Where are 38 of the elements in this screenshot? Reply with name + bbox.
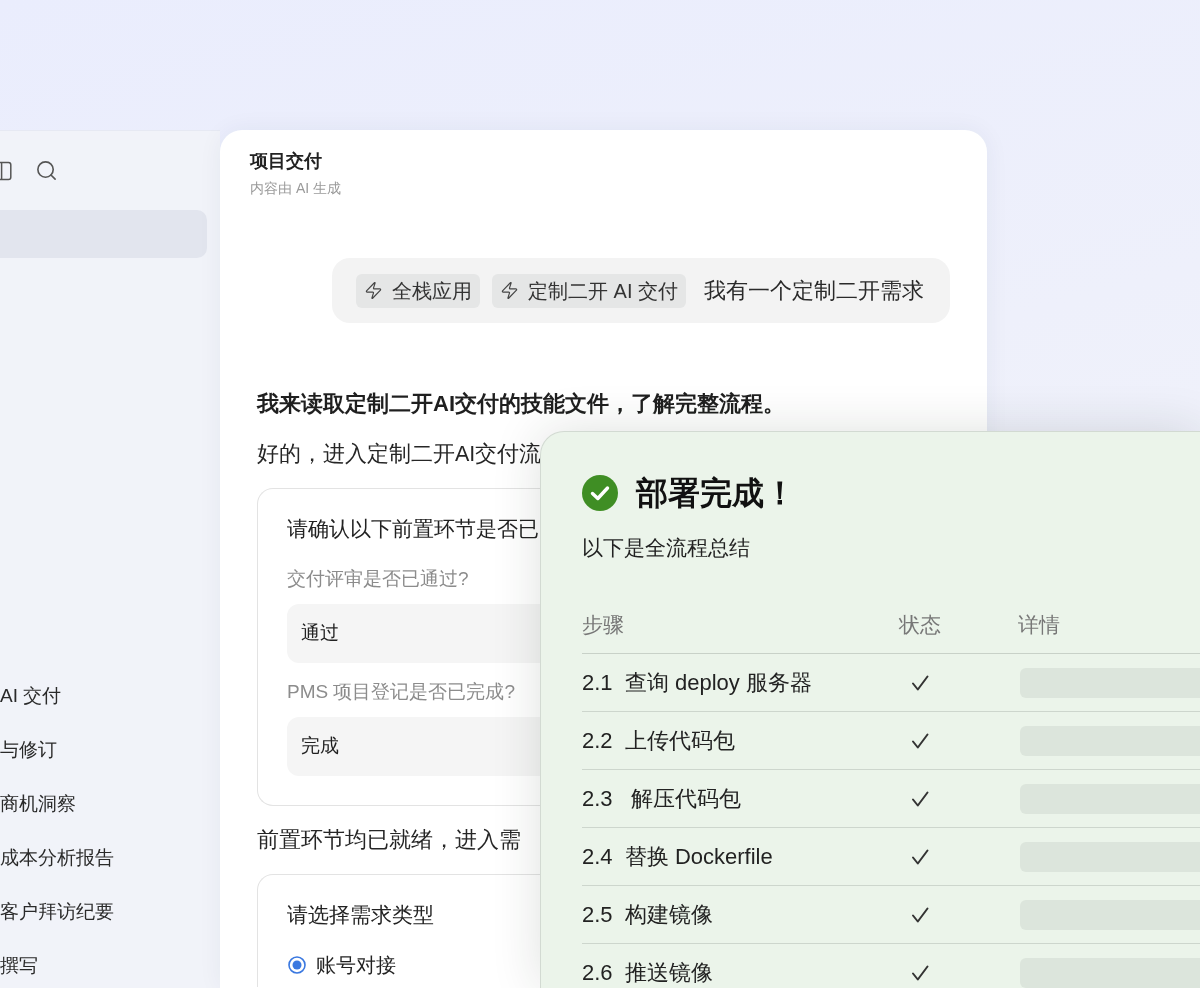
step-name: 2.6 推送镜像 — [582, 960, 713, 985]
sidebar-item[interactable]: 撰写 — [0, 952, 207, 980]
sidebar-item[interactable]: AI 交付 — [0, 682, 207, 710]
ai-generated-note: 内容由 AI 生成 — [250, 179, 341, 198]
skill-tag-label: 定制二开 AI 交付 — [528, 278, 678, 304]
summary-subtitle: 以下是全流程总结 — [582, 535, 750, 561]
sidebar-item[interactable]: 客户拜访纪要 — [0, 898, 207, 926]
sidebar-item[interactable]: 与修订 — [0, 736, 207, 764]
chat-title: 项目交付 — [250, 150, 322, 173]
question-label: 交付评审是否已通过? — [287, 567, 469, 591]
summary-title: 部署完成！ — [636, 475, 796, 511]
sidebar-item[interactable]: 成本分析报告 — [0, 844, 207, 872]
column-header: 步骤 — [582, 613, 624, 636]
answer-field[interactable]: 完成 — [287, 717, 540, 776]
step-name: 2.3 解压代码包 — [582, 786, 741, 811]
success-check-icon — [582, 475, 618, 511]
radio-button[interactable] — [288, 956, 306, 974]
step-name: 2.2 上传代码包 — [582, 728, 735, 753]
user-message-text: 我有一个定制二开需求 — [704, 276, 924, 305]
question-label: PMS 项目登记是否已完成? — [287, 680, 516, 704]
message-text: 好的，进入定制二开AI交付流 — [257, 441, 542, 468]
card-title: 请确认以下前置环节是否已 — [287, 516, 539, 542]
answer-field[interactable]: 通过 — [287, 604, 540, 663]
step-name: 2.1 查询 deploy 服务器 — [582, 670, 812, 695]
step-name: 2.5 构建镜像 — [582, 902, 713, 927]
card-title: 请选择需求类型 — [287, 902, 434, 928]
message-text: 前置环节均已就绪，进入需 — [257, 827, 521, 854]
search-icon[interactable] — [35, 159, 58, 182]
sidebar-item[interactable]: 商机洞察 — [0, 790, 207, 818]
lightning-icon — [364, 281, 383, 300]
message-text: 我来读取定制二开AI交付的技能文件，了解完整流程。 — [257, 390, 785, 418]
option-label[interactable]: 账号对接 — [316, 951, 396, 979]
column-header: 详情 — [1018, 612, 1060, 638]
skill-tag-label: 全栈应用 — [392, 278, 472, 304]
column-header: 状态 — [899, 612, 941, 638]
panel-icon[interactable] — [0, 160, 12, 181]
lightning-icon — [500, 281, 519, 300]
step-name: 2.4 替换 Dockerfile — [582, 844, 773, 869]
